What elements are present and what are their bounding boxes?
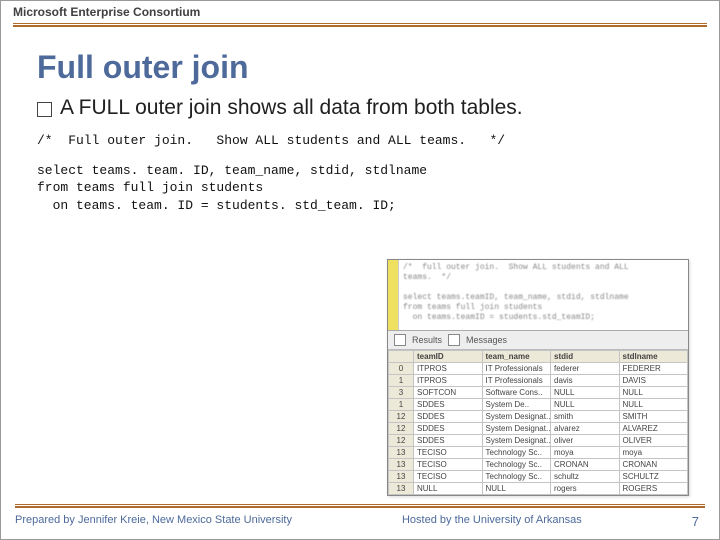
grid-cell: oliver — [551, 435, 620, 447]
page-title: Full outer join — [37, 49, 719, 86]
grid-cell: federer — [551, 363, 620, 375]
grid-cell: ITPROS — [414, 363, 483, 375]
grid-cell: 0 — [389, 363, 414, 375]
grid-cell: davis — [551, 375, 620, 387]
table-row: 12SDDESSystem Designat..oliverOLIVER — [389, 435, 688, 447]
grid-cell: 13 — [389, 447, 414, 459]
grid-cell: 1 — [389, 399, 414, 411]
grid-cell: System Designat.. — [482, 423, 551, 435]
grid-cell: Technology Sc.. — [482, 459, 551, 471]
grid-cell: NULL — [551, 399, 620, 411]
grid-cell: CRONAN — [619, 459, 688, 471]
grid-cell: CRONAN — [551, 459, 620, 471]
grid-cell: TECISO — [414, 447, 483, 459]
grid-cell: Software Cons.. — [482, 387, 551, 399]
slide: Microsoft Enterprise Consortium Full out… — [0, 0, 720, 540]
grid-cell: System Designat.. — [482, 411, 551, 423]
footer-left: Prepared by Jennifer Kreie, New Mexico S… — [15, 514, 292, 529]
results-grid: teamIDteam_namestdidstdlname 0ITPROSIT P… — [388, 350, 688, 495]
results-screenshot: /* full outer join. Show ALL students an… — [387, 259, 689, 496]
sql-body: select teams. team. ID, team_name, stdid… — [37, 162, 719, 215]
grid-cell: 13 — [389, 483, 414, 495]
grid-cell: System Designat.. — [482, 435, 551, 447]
grid-cell: moya — [551, 447, 620, 459]
grid-cell: 12 — [389, 423, 414, 435]
grid-cell: NULL — [482, 483, 551, 495]
brand-label: Microsoft Enterprise Consortium — [13, 5, 707, 23]
square-bullet-icon — [37, 102, 52, 117]
table-row: 13TECISOTechnology Sc..schultzSCHULTZ — [389, 471, 688, 483]
grid-header-row: teamIDteam_namestdidstdlname — [389, 351, 688, 363]
grid-cell: FEDERER — [619, 363, 688, 375]
grid-header: stdlname — [619, 351, 688, 363]
grid-cell: 13 — [389, 459, 414, 471]
tab-messages: Messages — [466, 335, 507, 345]
table-row: 3SOFTCONSoftware Cons..NULLNULL — [389, 387, 688, 399]
grid-header: teamID — [414, 351, 483, 363]
table-row: 12SDDESSystem Designat..smithSMITH — [389, 411, 688, 423]
table-row: 13TECISOTechnology Sc..CRONANCRONAN — [389, 459, 688, 471]
grid-cell: SDDES — [414, 435, 483, 447]
page-number: 7 — [692, 514, 699, 529]
grid-cell: NULL — [414, 483, 483, 495]
bullet-text: A FULL outer join shows all data from bo… — [60, 96, 523, 120]
message-icon — [448, 334, 460, 346]
grid-cell: NULL — [619, 387, 688, 399]
grid-cell: SDDES — [414, 411, 483, 423]
grid-cell: schultz — [551, 471, 620, 483]
grid-header — [389, 351, 414, 363]
grid-cell: rogers — [551, 483, 620, 495]
table-row: 13TECISOTechnology Sc..moyamoya — [389, 447, 688, 459]
grid-cell: 12 — [389, 411, 414, 423]
grid-cell: moya — [619, 447, 688, 459]
editor-text: /* full outer join. Show ALL students an… — [399, 260, 633, 330]
grid-cell: ALVAREZ — [619, 423, 688, 435]
grid-icon — [394, 334, 406, 346]
grid-cell: 1 — [389, 375, 414, 387]
grid-cell: SDDES — [414, 423, 483, 435]
separator — [15, 504, 705, 505]
grid-cell: 3 — [389, 387, 414, 399]
separator — [13, 23, 707, 24]
footer: Prepared by Jennifer Kreie, New Mexico S… — [1, 498, 719, 539]
grid-cell: IT Professionals — [482, 375, 551, 387]
grid-cell: SCHULTZ — [619, 471, 688, 483]
grid-cell: smith — [551, 411, 620, 423]
grid-cell: SOFTCON — [414, 387, 483, 399]
header-band: Microsoft Enterprise Consortium — [1, 1, 719, 27]
grid-cell: IT Professionals — [482, 363, 551, 375]
grid-cell: SMITH — [619, 411, 688, 423]
grid-cell: Technology Sc.. — [482, 447, 551, 459]
grid-cell: TECISO — [414, 471, 483, 483]
grid-cell: 12 — [389, 435, 414, 447]
grid-cell: ROGERS — [619, 483, 688, 495]
grid-cell: SDDES — [414, 399, 483, 411]
grid-header: stdid — [551, 351, 620, 363]
grid-cell: NULL — [619, 399, 688, 411]
grid-cell: System De.. — [482, 399, 551, 411]
grid-cell: ITPROS — [414, 375, 483, 387]
table-row: 1ITPROSIT ProfessionalsdavisDAVIS — [389, 375, 688, 387]
result-tabs: Results Messages — [388, 331, 688, 350]
bullet-item: A FULL outer join shows all data from bo… — [37, 96, 719, 120]
tab-results: Results — [412, 335, 442, 345]
footer-mid: Hosted by the University of Arkansas — [402, 514, 582, 529]
table-row: 12SDDESSystem Designat..alvarezALVAREZ — [389, 423, 688, 435]
editor-gutter — [388, 260, 399, 330]
sql-comment: /* Full outer join. Show ALL students an… — [37, 132, 719, 150]
grid-cell: TECISO — [414, 459, 483, 471]
table-row: 13NULLNULLrogersROGERS — [389, 483, 688, 495]
table-row: 0ITPROSIT ProfessionalsfedererFEDERER — [389, 363, 688, 375]
separator — [13, 25, 707, 27]
table-row: 1SDDESSystem De..NULLNULL — [389, 399, 688, 411]
grid-cell: Technology Sc.. — [482, 471, 551, 483]
grid-cell: OLIVER — [619, 435, 688, 447]
grid-cell: 13 — [389, 471, 414, 483]
editor-pane: /* full outer join. Show ALL students an… — [388, 260, 688, 331]
grid-cell: NULL — [551, 387, 620, 399]
grid-header: team_name — [482, 351, 551, 363]
grid-cell: alvarez — [551, 423, 620, 435]
separator — [15, 506, 705, 508]
grid-cell: DAVIS — [619, 375, 688, 387]
